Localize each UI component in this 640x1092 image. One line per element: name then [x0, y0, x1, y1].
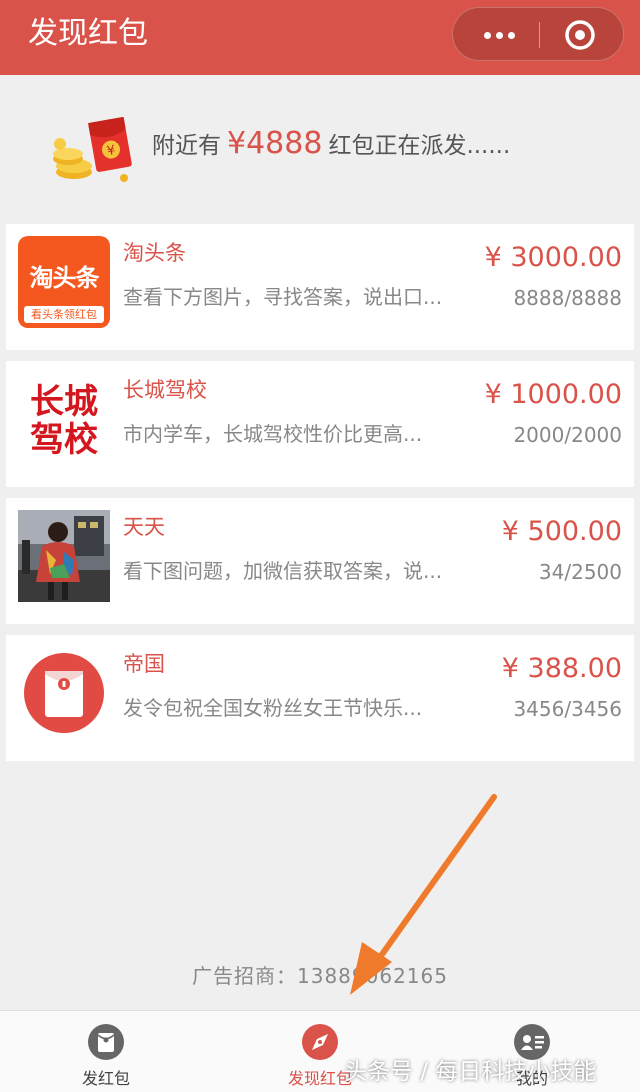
mini-program-capsule	[452, 7, 624, 61]
red-packet-card[interactable]: 天天 看下图问题，加微信获取答案，说... ¥ 500.00 34/2500	[6, 498, 634, 624]
dot-icon	[495, 31, 503, 39]
close-target-icon[interactable]	[563, 18, 597, 52]
red-packet-icon	[88, 1024, 124, 1060]
card-count: 8888/8888	[513, 286, 622, 310]
tab-send-red-packet[interactable]: 发红包	[46, 1011, 166, 1092]
red-packet-coins-icon: ¥	[53, 116, 132, 182]
capsule-divider	[539, 22, 540, 48]
page-title: 发现红包	[28, 16, 148, 51]
card-description: 查看下方图片，寻找答案，说出口...	[123, 285, 443, 309]
banner-amount: ¥4888	[227, 126, 323, 161]
card-count: 3456/3456	[513, 697, 622, 721]
compass-icon	[302, 1024, 338, 1060]
red-packet-card[interactable]: 淘头条 看头条领红包 淘头条 查看下方图片，寻找答案，说出口... ¥ 3000…	[6, 224, 634, 350]
logo-line-1: 长城	[30, 382, 98, 422]
card-description: 看下图问题，加微信获取答案，说...	[123, 559, 443, 583]
tab-label: 发红包	[81, 1069, 130, 1088]
card-name: 帝国	[123, 652, 165, 676]
logo-main-text: 淘头条	[29, 264, 100, 292]
red-packet-card[interactable]: 长城 驾校 长城驾校 市内学车，长城驾校性价比更高... ¥ 1000.00 2…	[6, 361, 634, 487]
card-name: 天天	[123, 515, 165, 539]
card-description: 市内学车，长城驾校性价比更高...	[123, 422, 423, 446]
card-name: 淘头条	[123, 241, 186, 265]
dot-icon	[483, 31, 491, 39]
taotoutiao-logo: 淘头条 看头条领红包	[18, 236, 110, 328]
banner-text: 附近有 ¥4888 红包正在派发......	[152, 128, 510, 162]
card-price: ¥ 3000.00	[484, 242, 622, 273]
dot-icon	[507, 31, 515, 39]
street-photo-thumbnail	[18, 510, 110, 602]
banner-prefix: 附近有	[152, 133, 221, 159]
card-count: 2000/2000	[513, 423, 622, 447]
banner-suffix: 红包正在派发......	[328, 133, 511, 159]
card-price: ¥ 388.00	[501, 653, 622, 684]
more-menu-button[interactable]	[473, 8, 525, 62]
changcheng-driving-school-logo: 长城 驾校	[18, 373, 110, 465]
logo-sub-text: 看头条领红包	[24, 306, 104, 323]
logo-line-2: 驾校	[30, 420, 98, 460]
red-packet-card[interactable]: 帝国 发令包祝全国女粉丝女王节快乐... ¥ 388.00 3456/3456	[6, 635, 634, 761]
card-price: ¥ 1000.00	[484, 379, 622, 410]
watermark-text: 头条号 / 每日科技小技能	[344, 1059, 597, 1085]
card-name: 长城驾校	[123, 378, 207, 402]
nearby-banner: ¥ 附近有 ¥4888 红包正在派发......	[0, 110, 640, 190]
card-price: ¥ 500.00	[501, 516, 622, 547]
card-description: 发令包祝全国女粉丝女王节快乐...	[123, 696, 423, 720]
navigation-bar: 发现红包	[0, 0, 640, 75]
advertising-contact: 广告招商：13889062165	[192, 964, 448, 988]
red-envelope-icon	[24, 653, 104, 733]
card-count: 34/2500	[538, 560, 622, 584]
